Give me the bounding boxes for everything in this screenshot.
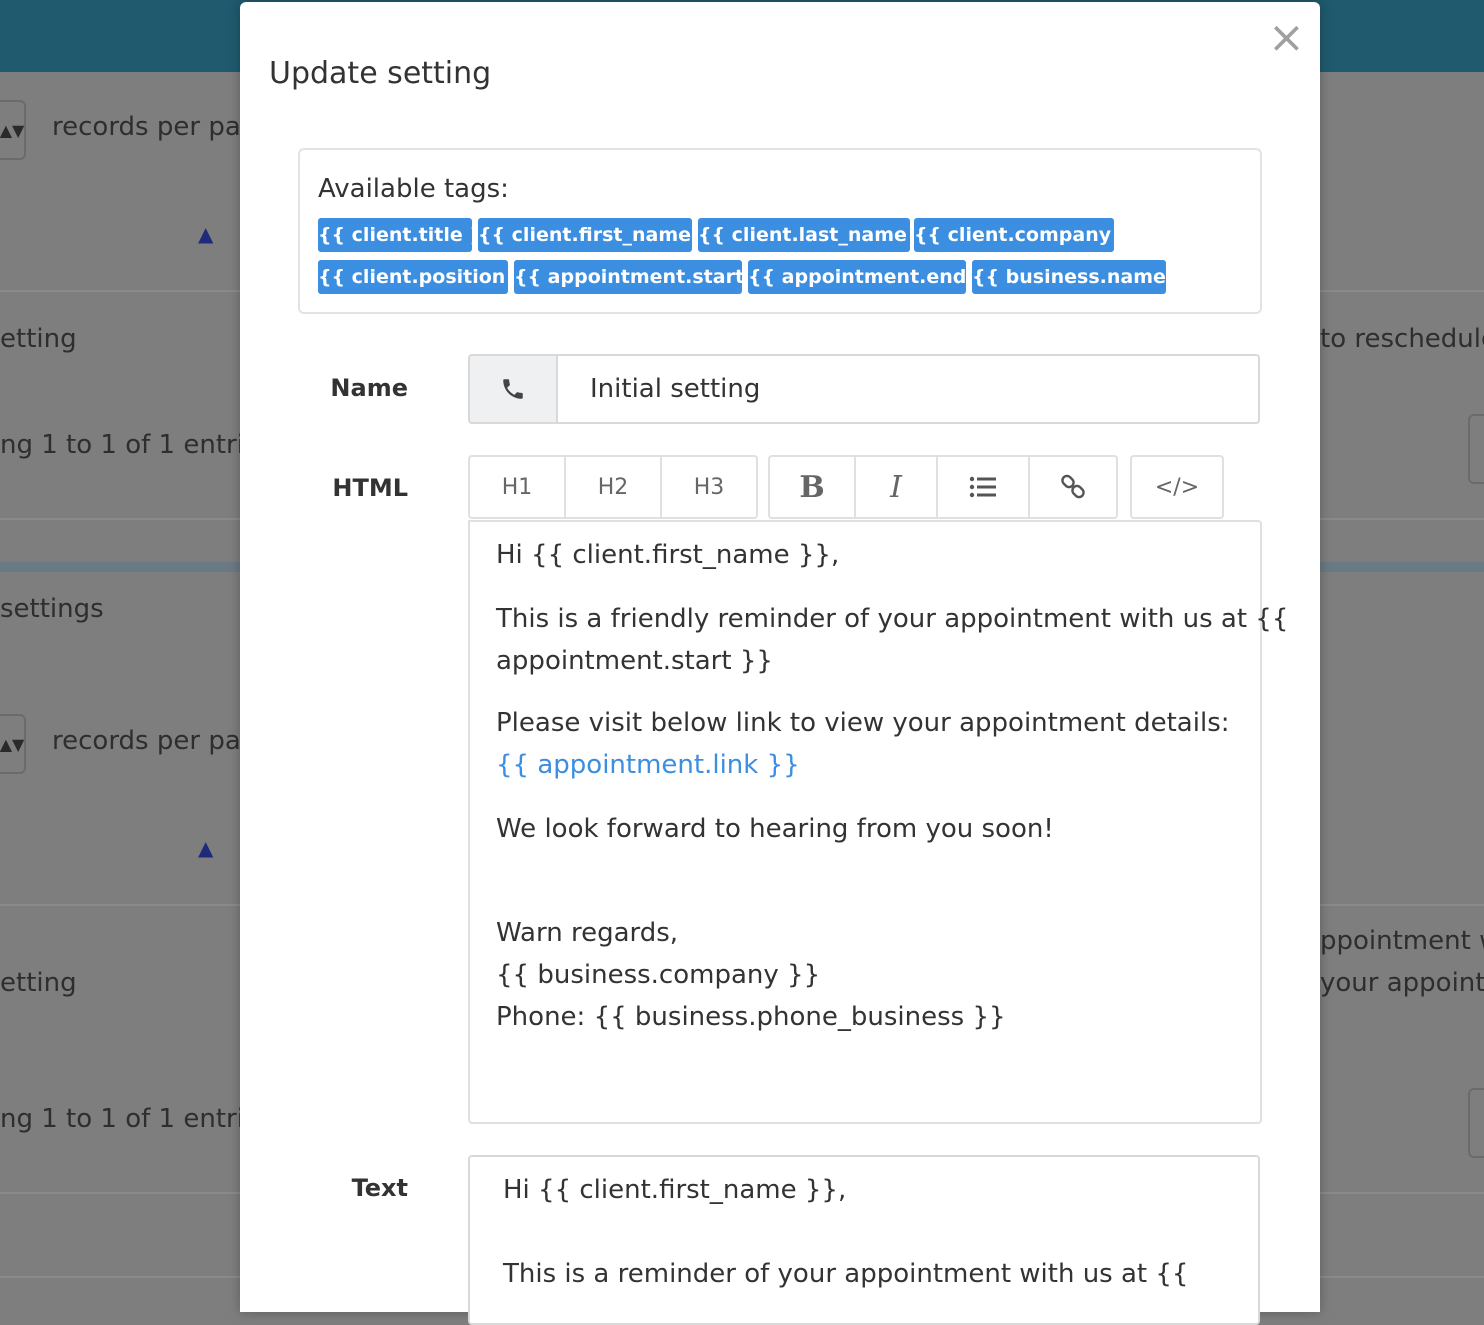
h2-button[interactable]: H2 <box>564 455 662 519</box>
setting-cell-2: etting <box>0 968 77 998</box>
format-button-group: B I <box>768 455 1118 519</box>
link-button[interactable] <box>1028 455 1118 519</box>
appointment-link[interactable]: {{ appointment.link }} <box>496 750 800 780</box>
h3-button[interactable]: H3 <box>660 455 758 519</box>
pagination-box-1[interactable] <box>1468 414 1484 484</box>
italic-button[interactable]: I <box>854 455 938 519</box>
setting-cell-1: etting <box>0 324 77 354</box>
code-view-button[interactable]: </> <box>1130 455 1224 519</box>
editor-reminder-line-1: This is a friendly reminder of your appo… <box>496 604 1289 634</box>
sort-asc-icon-2[interactable]: ▲ <box>198 836 213 860</box>
list-icon <box>969 476 996 498</box>
per-page-select-2[interactable]: ▲▼ <box>0 714 26 774</box>
editor-company-line: {{ business.company }} <box>496 960 821 990</box>
name-input-group <box>468 354 1260 424</box>
available-tags-panel: Available tags: {{ client.title }} {{ cl… <box>298 148 1262 314</box>
text-label: Text <box>351 1174 408 1202</box>
tag-client-first-name[interactable]: {{ client.first_name }} <box>478 218 692 252</box>
heading-button-group: H1 H2 H3 <box>468 455 758 519</box>
editor-visit-line: Please visit below link to view your app… <box>496 708 1230 738</box>
html-editor[interactable]: Hi {{ client.first_name }}, This is a fr… <box>468 520 1288 1124</box>
tag-client-company[interactable]: {{ client.company }} <box>914 218 1114 252</box>
phone-icon <box>468 354 558 424</box>
link-icon <box>1061 474 1085 499</box>
sort-asc-icon-1[interactable]: ▲ <box>198 222 213 246</box>
editor-phone-line: Phone: {{ business.phone_business }} <box>496 1002 1006 1032</box>
modal-title: Update setting <box>269 56 492 91</box>
available-tags-label: Available tags: <box>318 174 509 204</box>
reschedule-cell: to reschedule <box>1320 324 1484 354</box>
tag-client-last-name[interactable]: {{ client.last_name }} <box>698 218 910 252</box>
html-label: HTML <box>332 474 408 502</box>
appointment-cell-1: ppointment w <box>1320 926 1484 956</box>
close-icon[interactable]: × <box>1268 16 1305 60</box>
settings-heading: settings <box>0 594 104 624</box>
code-button-group: </> <box>1130 455 1224 519</box>
update-setting-modal: × Update setting Available tags: {{ clie… <box>240 2 1320 1325</box>
editor-regards-line: Warn regards, <box>496 918 679 948</box>
entries-info-2: ng 1 to 1 of 1 entries <box>0 1104 274 1134</box>
appointment-cell-2: your appointm <box>1320 968 1484 998</box>
name-label: Name <box>330 374 408 402</box>
tag-appointment-start[interactable]: {{ appointment.start }} <box>514 260 742 294</box>
entries-info-1: ng 1 to 1 of 1 entries <box>0 430 274 460</box>
per-page-select-1[interactable]: ▲▼ <box>0 100 26 160</box>
tag-business-name[interactable]: {{ business.name }} <box>972 260 1166 294</box>
editor-reminder-line-2: appointment.start }} <box>496 646 773 676</box>
name-input[interactable] <box>556 354 1260 424</box>
tag-client-title[interactable]: {{ client.title }} <box>318 218 472 252</box>
editor-forward-line: We look forward to hearing from you soon… <box>496 814 1054 844</box>
bold-button[interactable]: B <box>768 455 856 519</box>
tag-client-position[interactable]: {{ client.position }} <box>318 260 508 294</box>
h1-button[interactable]: H1 <box>468 455 566 519</box>
text-reminder-line: This is a reminder of your appointment w… <box>503 1259 1189 1289</box>
list-button[interactable] <box>936 455 1030 519</box>
tag-appointment-end[interactable]: {{ appointment.end }} <box>748 260 966 294</box>
editor-greeting: Hi {{ client.first_name }}, <box>496 540 840 570</box>
text-textarea[interactable]: Hi {{ client.first_name }}, This is a re… <box>468 1155 1260 1325</box>
text-greeting: Hi {{ client.first_name }}, <box>503 1175 847 1205</box>
pagination-box-2[interactable] <box>1468 1088 1484 1158</box>
